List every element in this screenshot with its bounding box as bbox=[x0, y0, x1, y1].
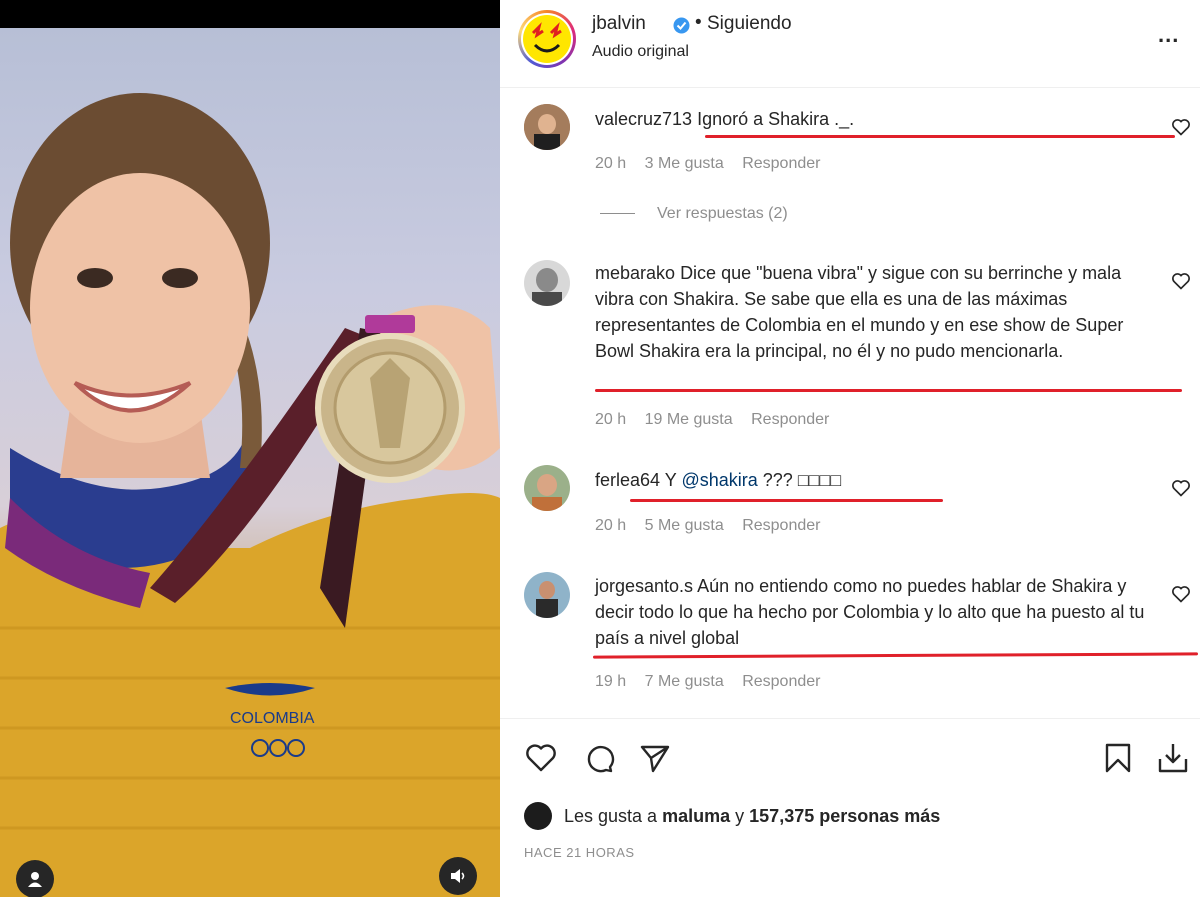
comment-username[interactable]: jorgesanto.s bbox=[595, 576, 693, 596]
more-options-icon[interactable]: ... bbox=[1158, 22, 1179, 48]
replies-divider-line bbox=[600, 213, 635, 215]
share-icon[interactable] bbox=[638, 741, 672, 775]
author-avatar[interactable] bbox=[518, 10, 576, 68]
red-underline-annotation bbox=[592, 652, 1199, 659]
comment-time: 20 h bbox=[595, 411, 627, 428]
comment-meta: 20 h 19 Me gusta Responder bbox=[595, 411, 843, 429]
comment-time: 20 h bbox=[595, 517, 627, 534]
comment-likes[interactable]: 7 Me gusta bbox=[645, 673, 724, 690]
likes-summary[interactable]: Les gusta a maluma y 157,375 personas má… bbox=[524, 802, 940, 830]
comment-likes[interactable]: 5 Me gusta bbox=[645, 517, 724, 534]
smiley-avatar-icon bbox=[531, 22, 562, 53]
post-header: jbalvin • Siguiendo Audio original ... bbox=[500, 0, 1200, 88]
likes-prefix: Les gusta a bbox=[564, 805, 658, 826]
post-photo: COLOMBIA bbox=[0, 28, 500, 897]
comment-like-heart-icon[interactable] bbox=[1171, 271, 1191, 291]
reply-button[interactable]: Responder bbox=[751, 411, 829, 428]
red-underline-annotation bbox=[595, 389, 1182, 392]
following-button[interactable]: Siguiendo bbox=[707, 13, 792, 35]
athlete-photo-illustration: COLOMBIA bbox=[0, 93, 500, 897]
author-username[interactable]: jbalvin bbox=[592, 13, 646, 35]
comment-meta: 19 h 7 Me gusta Responder bbox=[595, 673, 834, 691]
commenter-avatar[interactable] bbox=[524, 260, 570, 306]
media-top-bar bbox=[0, 0, 500, 28]
comment-likes[interactable]: 3 Me gusta bbox=[645, 155, 724, 172]
view-replies-button[interactable]: Ver respuestas (2) bbox=[600, 205, 788, 223]
reply-button[interactable]: Responder bbox=[742, 517, 820, 534]
comment-username[interactable]: valecruz713 bbox=[595, 109, 692, 129]
comment-text-prefix: Y bbox=[664, 470, 677, 490]
reply-button[interactable]: Responder bbox=[742, 673, 820, 690]
comment-time: 20 h bbox=[595, 155, 627, 172]
comment-username[interactable]: mebarako bbox=[595, 263, 675, 283]
comment-text: Dice que "buena vibra" y sigue con su be… bbox=[595, 263, 1124, 361]
audio-link[interactable]: Audio original bbox=[592, 43, 689, 61]
red-underline-annotation bbox=[705, 135, 1175, 138]
view-replies-label: Ver respuestas (2) bbox=[657, 205, 788, 222]
comment-text-block: jorgesanto.s Aún no entiendo como no pue… bbox=[595, 573, 1155, 651]
likes-connector: y bbox=[735, 805, 745, 826]
user-tag-icon bbox=[28, 872, 42, 887]
post-timestamp: HACE 21 HORAS bbox=[524, 845, 635, 860]
commenter-avatar[interactable] bbox=[524, 572, 570, 618]
comment-like-heart-icon[interactable] bbox=[1171, 584, 1191, 604]
comment-text-block: valecruz713 Ignoró a Shakira ._. bbox=[595, 106, 1155, 132]
commenter-avatar[interactable] bbox=[524, 104, 570, 150]
comment-text: Ignoró a Shakira ._. bbox=[697, 109, 855, 129]
comment-meta: 20 h 3 Me gusta Responder bbox=[595, 155, 834, 173]
speaker-icon bbox=[451, 869, 465, 883]
commenter-avatar[interactable] bbox=[524, 465, 570, 511]
comment-text-block: ferlea64 Y @shakira ??? □□□□ bbox=[595, 467, 1155, 493]
svg-text:COLOMBIA: COLOMBIA bbox=[230, 710, 315, 727]
comment-like-heart-icon[interactable] bbox=[1171, 117, 1191, 137]
comment-like-heart-icon[interactable] bbox=[1171, 478, 1191, 498]
audio-toggle-button[interactable] bbox=[439, 857, 477, 895]
heart-icon[interactable] bbox=[524, 741, 558, 775]
download-icon[interactable] bbox=[1156, 741, 1190, 775]
comment-text-suffix: ??? □□□□ bbox=[762, 470, 842, 490]
comment-time: 19 h bbox=[595, 673, 627, 690]
mention-link[interactable]: @shakira bbox=[681, 470, 757, 490]
comment-text-block: mebarako Dice que "buena vibra" y sigue … bbox=[595, 260, 1155, 364]
likes-count[interactable]: 157,375 personas más bbox=[749, 806, 940, 827]
post-media[interactable]: COLOMBIA bbox=[0, 0, 500, 897]
post-actions-section: Les gusta a maluma y 157,375 personas má… bbox=[500, 718, 1200, 897]
red-underline-annotation bbox=[630, 499, 943, 502]
separator-dot: • bbox=[695, 12, 702, 33]
verified-icon bbox=[673, 17, 690, 34]
liker-avatar bbox=[524, 802, 552, 830]
comment-meta: 20 h 5 Me gusta Responder bbox=[595, 517, 834, 535]
bookmark-icon[interactable] bbox=[1101, 741, 1135, 775]
reply-button[interactable]: Responder bbox=[742, 155, 820, 172]
user-tag-button[interactable] bbox=[16, 860, 54, 897]
comment-username[interactable]: ferlea64 bbox=[595, 470, 660, 490]
liker-username[interactable]: maluma bbox=[662, 806, 730, 827]
post-details-panel: jbalvin • Siguiendo Audio original ... v… bbox=[500, 0, 1200, 897]
comment-icon[interactable] bbox=[582, 741, 616, 775]
comment-likes[interactable]: 19 Me gusta bbox=[645, 411, 733, 428]
